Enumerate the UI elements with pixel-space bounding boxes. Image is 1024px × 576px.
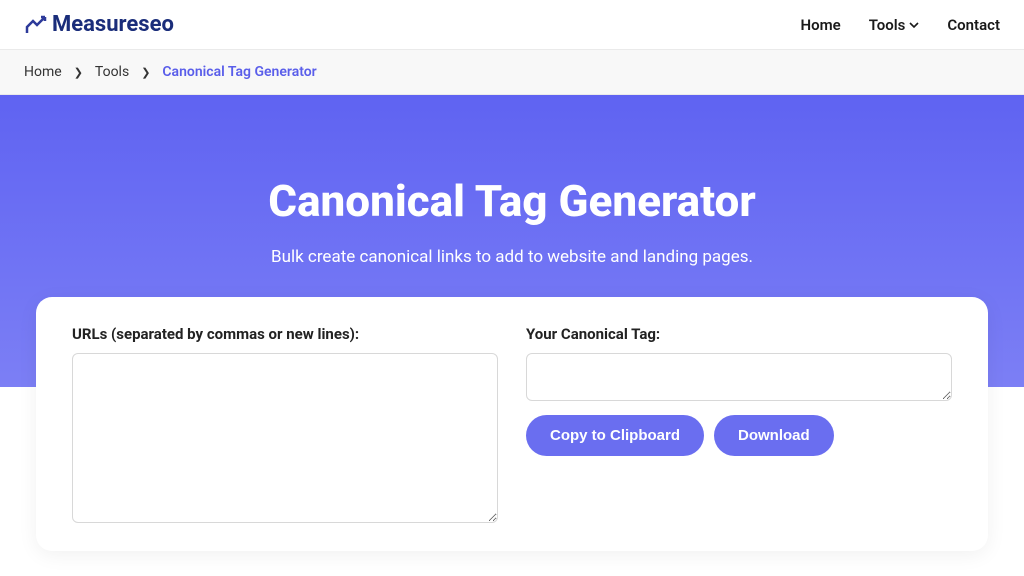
- nav-contact[interactable]: Contact: [947, 16, 1000, 34]
- page-subtitle: Bulk create canonical links to add to we…: [0, 247, 1024, 267]
- chevron-right-icon: ❯: [141, 66, 150, 79]
- logo[interactable]: Measureseo: [24, 12, 174, 37]
- page-title: Canonical Tag Generator: [0, 175, 1024, 227]
- nav: Home Tools Contact: [800, 16, 1000, 34]
- urls-input[interactable]: [72, 353, 498, 523]
- input-column: URLs (separated by commas or new lines):: [72, 325, 498, 523]
- output-textarea[interactable]: [526, 353, 952, 401]
- chevron-right-icon: ❯: [74, 66, 83, 79]
- urls-label: URLs (separated by commas or new lines):: [72, 325, 498, 343]
- button-row: Copy to Clipboard Download: [526, 415, 952, 456]
- output-column: Your Canonical Tag: Copy to Clipboard Do…: [526, 325, 952, 523]
- copy-button[interactable]: Copy to Clipboard: [526, 415, 704, 456]
- nav-home[interactable]: Home: [800, 16, 840, 34]
- breadcrumb-current: Canonical Tag Generator: [162, 64, 316, 80]
- breadcrumb: Home ❯ Tools ❯ Canonical Tag Generator: [0, 49, 1024, 95]
- output-label: Your Canonical Tag:: [526, 325, 952, 343]
- nav-tools-label: Tools: [869, 16, 906, 34]
- logo-icon: [24, 13, 48, 37]
- logo-text: Measureseo: [52, 12, 174, 37]
- chevron-down-icon: [909, 20, 919, 30]
- download-button[interactable]: Download: [714, 415, 834, 456]
- nav-tools[interactable]: Tools: [869, 16, 920, 34]
- tool-card: URLs (separated by commas or new lines):…: [36, 297, 988, 551]
- header: Measureseo Home Tools Contact: [0, 0, 1024, 49]
- breadcrumb-home[interactable]: Home: [24, 64, 62, 80]
- breadcrumb-tools[interactable]: Tools: [95, 64, 129, 80]
